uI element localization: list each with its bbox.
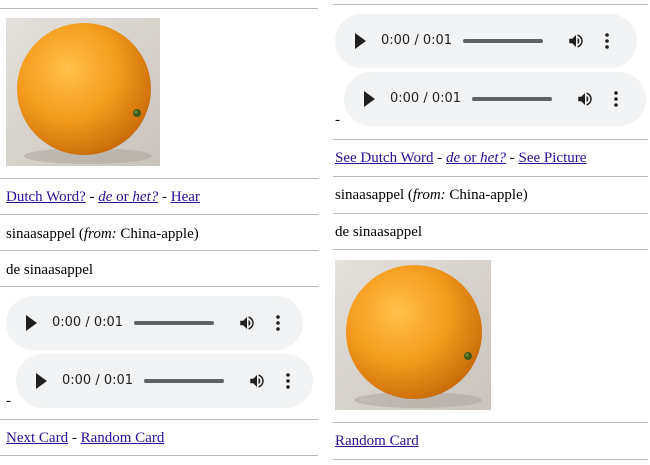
audio-progress-slider[interactable] (134, 321, 214, 325)
card-nav-links: See Dutch Word - de or het? - See Pictur… (335, 149, 586, 167)
footer-links: Next Card - Random Card (6, 429, 164, 447)
divider (333, 249, 648, 250)
dutch-word: sinaasappel (6, 226, 76, 242)
footer-links: Random Card (335, 432, 419, 450)
divider (0, 286, 318, 287)
more-options-icon[interactable] (286, 372, 290, 390)
de-text: de (446, 150, 461, 166)
volume-icon[interactable] (248, 372, 266, 390)
play-icon[interactable] (36, 373, 47, 389)
divider (0, 178, 318, 179)
de-or-het-link[interactable]: de or het? (98, 189, 158, 205)
separator: - (162, 189, 167, 205)
next-card-link[interactable]: Next Card (6, 430, 68, 446)
separator: - (89, 189, 95, 205)
volume-icon[interactable] (576, 90, 594, 108)
audio-time: 0:00 / 0:01 (52, 315, 124, 330)
play-icon[interactable] (364, 91, 375, 107)
play-icon[interactable] (26, 315, 37, 331)
de-or-het-link[interactable]: de or het? (446, 150, 506, 166)
divider (0, 8, 318, 9)
see-dutch-word-link[interactable]: See Dutch Word (335, 150, 434, 166)
audio-player[interactable]: 0:00 / 0:01 (6, 296, 303, 350)
more-options-icon[interactable] (276, 314, 280, 332)
more-options-icon[interactable] (605, 32, 609, 50)
divider (333, 213, 648, 214)
het-text: het? (480, 150, 506, 166)
audio-time: 0:00 / 0:01 (381, 33, 453, 48)
divider (333, 4, 648, 5)
dash-text: - (335, 112, 340, 128)
divider (0, 455, 318, 456)
see-picture-link[interactable]: See Picture (519, 150, 587, 166)
origin-text: China-apple (449, 187, 523, 203)
word-etymology: sinaasappel (from: China-apple) (6, 226, 199, 242)
hear-link[interactable]: Hear (171, 189, 200, 205)
volume-icon[interactable] (567, 32, 585, 50)
from-label: from: (412, 187, 446, 203)
card-nav-links: Dutch Word? - de or het? - Hear (6, 188, 200, 206)
de-text: de (98, 189, 113, 205)
divider (333, 139, 648, 140)
volume-icon[interactable] (238, 314, 256, 332)
audio-player[interactable]: 0:00 / 0:01 (16, 354, 313, 408)
audio-progress-slider[interactable] (463, 39, 543, 43)
dash-text: - (6, 393, 11, 409)
audio-time: 0:00 / 0:01 (390, 91, 462, 106)
orange-image (335, 260, 491, 410)
divider (333, 422, 648, 423)
audio-player[interactable]: 0:00 / 0:01 (344, 72, 646, 126)
play-icon[interactable] (355, 33, 366, 49)
more-options-icon[interactable] (614, 90, 618, 108)
or-text: or (116, 189, 129, 205)
orange-image (6, 18, 160, 166)
from-label: from: (83, 226, 117, 242)
divider (0, 419, 318, 420)
audio-time: 0:00 / 0:01 (62, 373, 134, 388)
word-etymology: sinaasappel (from: China-apple) (335, 187, 528, 203)
separator: - (437, 150, 443, 166)
dutch-word: sinaasappel (335, 187, 405, 203)
audio-progress-slider[interactable] (144, 379, 224, 383)
separator: - (509, 150, 515, 166)
divider (333, 459, 648, 460)
or-text: or (463, 150, 477, 166)
divider (333, 176, 648, 177)
divider (0, 250, 318, 251)
divider (0, 214, 318, 215)
random-card-link[interactable]: Random Card (335, 433, 419, 449)
audio-progress-slider[interactable] (472, 97, 552, 101)
article-word: de sinaasappel (6, 262, 94, 278)
het-text: het? (132, 189, 159, 205)
article-word: de sinaasappel (335, 224, 423, 240)
random-card-link[interactable]: Random Card (81, 430, 165, 446)
dutch-word-link[interactable]: Dutch Word? (6, 189, 86, 205)
audio-player[interactable]: 0:00 / 0:01 (335, 14, 637, 68)
separator: - (71, 430, 77, 446)
origin-text: China-apple (120, 226, 194, 242)
